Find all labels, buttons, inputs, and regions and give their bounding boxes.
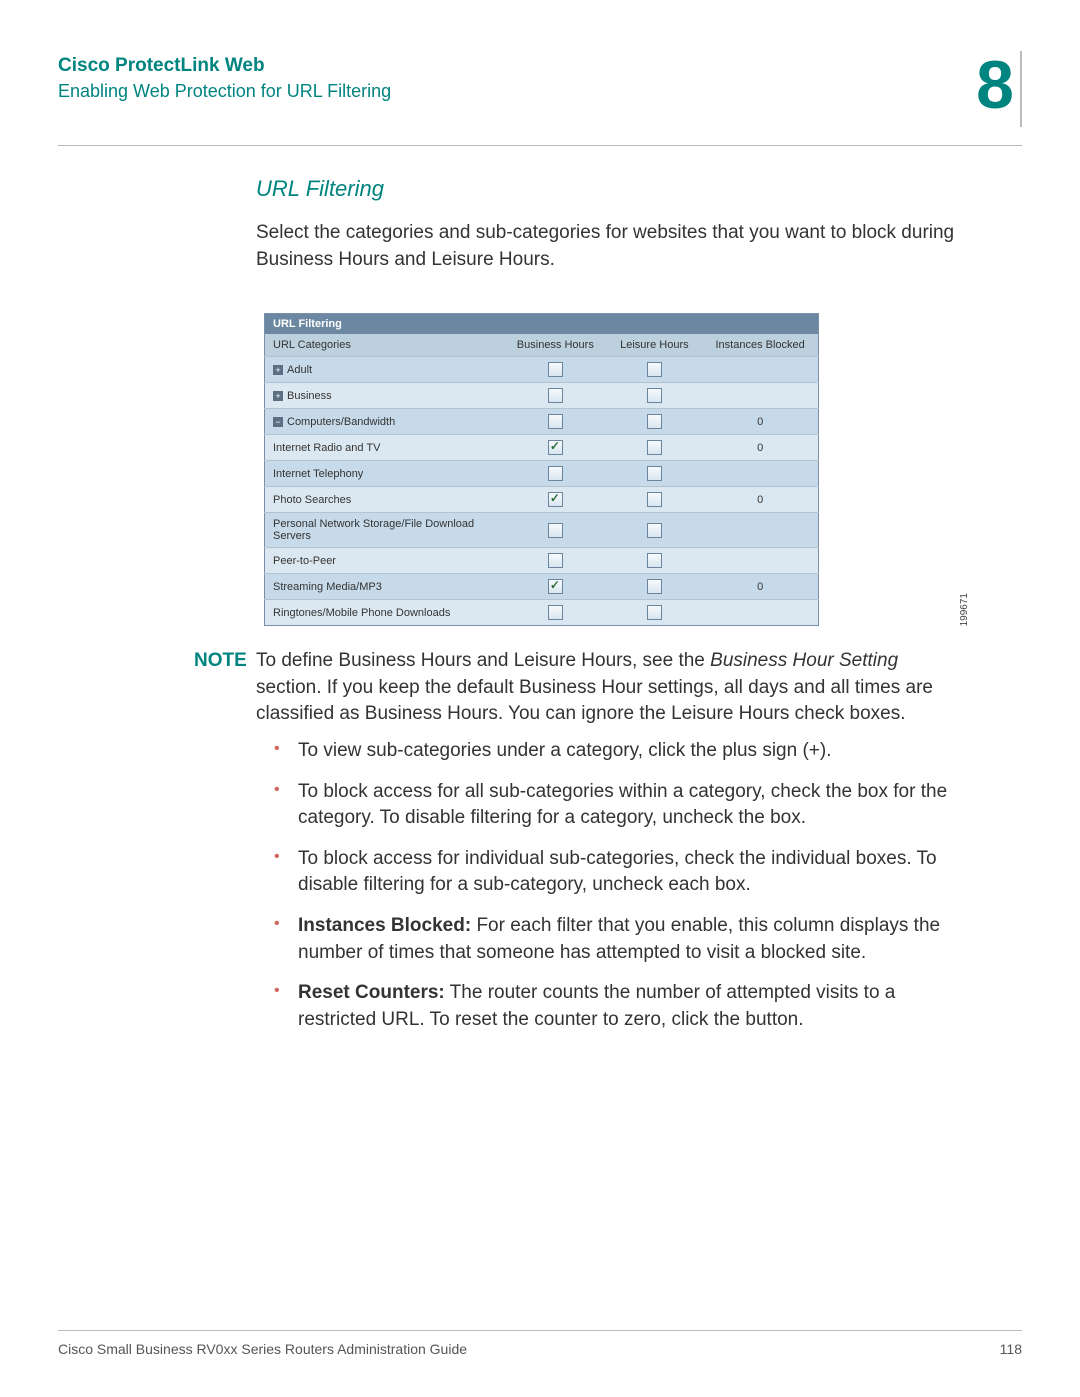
category-label: Adult [287,364,312,376]
note-body: To define Business Hours and Leisure Hou… [256,648,962,728]
url-filtering-table-figure: URL Filtering URL Categories Business Ho… [256,313,962,626]
col-header-business: Business Hours [504,334,606,357]
leisure-hours-checkbox[interactable] [647,414,662,429]
instances-blocked-value: 0 [702,574,818,600]
expand-icon[interactable]: + [273,391,283,401]
url-filtering-table: URL Filtering URL Categories Business Ho… [264,313,819,626]
leisure-hours-checkbox[interactable] [647,553,662,568]
expand-icon[interactable]: + [273,365,283,375]
list-item: Reset Counters: The router counts the nu… [298,980,962,1033]
business-hours-checkbox[interactable] [548,414,563,429]
chapter-number: 8 [976,51,1022,127]
list-item: To block access for individual sub-categ… [298,846,962,899]
col-header-leisure: Leisure Hours [606,334,702,357]
business-hours-checkbox[interactable] [548,579,563,594]
category-label: Ringtones/Mobile Phone Downloads [273,607,450,619]
business-hours-checkbox[interactable] [548,523,563,538]
leisure-hours-checkbox[interactable] [647,523,662,538]
intro-paragraph: Select the categories and sub-categories… [256,220,962,273]
category-label: Computers/Bandwidth [287,416,395,428]
category-label: Photo Searches [273,494,351,506]
instances-blocked-value [702,383,818,409]
instances-blocked-value [702,357,818,383]
figure-number: 199671 [959,593,970,626]
leisure-hours-checkbox[interactable] [647,388,662,403]
list-item: To block access for all sub-categories w… [298,779,962,832]
table-row: Internet Radio and TV 0 [265,435,819,461]
leisure-hours-checkbox[interactable] [647,466,662,481]
leisure-hours-checkbox[interactable] [647,492,662,507]
instances-blocked-value: 0 [702,487,818,513]
footer-right: 118 [1000,1341,1022,1357]
table-row: Streaming Media/MP3 0 [265,574,819,600]
list-item: Instances Blocked: For each filter that … [298,913,962,966]
instances-blocked-value [702,513,818,548]
header-subtitle: Enabling Web Protection for URL Filterin… [58,81,391,102]
category-label: Streaming Media/MP3 [273,581,382,593]
business-hours-checkbox[interactable] [548,605,563,620]
category-label: Peer-to-Peer [273,555,336,567]
business-hours-checkbox[interactable] [548,553,563,568]
table-row: + Business [265,383,819,409]
business-hours-checkbox[interactable] [548,388,563,403]
leisure-hours-checkbox[interactable] [647,605,662,620]
leisure-hours-checkbox[interactable] [647,579,662,594]
table-row: Ringtones/Mobile Phone Downloads [265,600,819,626]
col-header-categories: URL Categories [265,334,505,357]
leisure-hours-checkbox[interactable] [647,440,662,455]
category-label: Internet Radio and TV [273,442,380,454]
category-label: Business [287,390,332,402]
list-item: To view sub-categories under a category,… [298,738,962,765]
header-title: Cisco ProtectLink Web [58,55,391,77]
section-heading: URL Filtering [256,176,962,202]
collapse-icon[interactable]: − [273,417,283,427]
table-row: Peer-to-Peer [265,548,819,574]
footer-left: Cisco Small Business RV0xx Series Router… [58,1341,467,1357]
business-hours-checkbox[interactable] [548,466,563,481]
table-row: Photo Searches 0 [265,487,819,513]
table-row: −Computers/Bandwidth 0 [265,409,819,435]
note-label: NOTE [194,648,256,728]
table-section-title: URL Filtering [265,314,819,335]
category-label: Internet Telephony [273,468,363,480]
col-header-instances: Instances Blocked [702,334,818,357]
instances-blocked-value [702,461,818,487]
business-hours-checkbox[interactable] [548,492,563,507]
page-footer: Cisco Small Business RV0xx Series Router… [58,1330,1022,1357]
category-label: Personal Network Storage/File Download S… [273,518,474,542]
instances-blocked-value: 0 [702,435,818,461]
instances-blocked-value [702,548,818,574]
table-row: + Adult [265,357,819,383]
business-hours-checkbox[interactable] [548,440,563,455]
table-row: Internet Telephony [265,461,819,487]
leisure-hours-checkbox[interactable] [647,362,662,377]
business-hours-checkbox[interactable] [548,362,563,377]
instances-blocked-value [702,600,818,626]
table-row: Personal Network Storage/File Download S… [265,513,819,548]
instances-blocked-value: 0 [702,409,818,435]
page-header: Cisco ProtectLink Web Enabling Web Prote… [58,55,1022,146]
